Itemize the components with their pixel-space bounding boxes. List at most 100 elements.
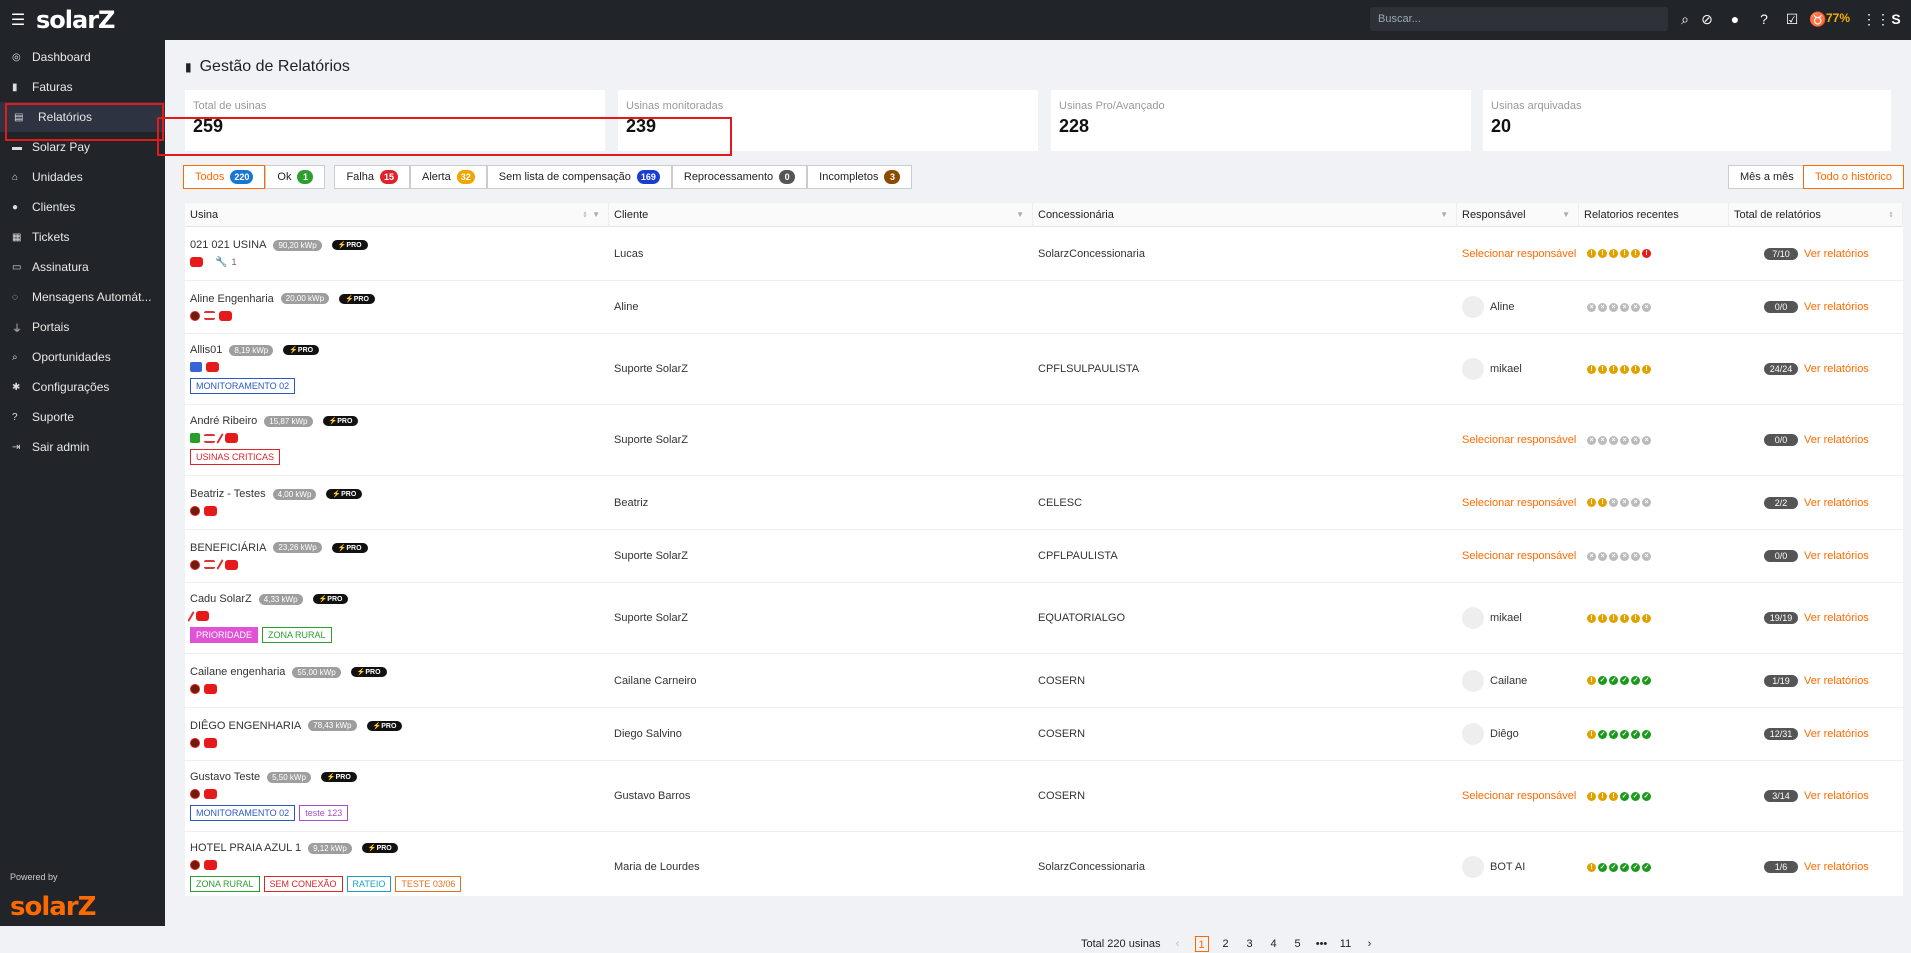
page-11[interactable]: 11 bbox=[1339, 936, 1353, 952]
empty-status-icon[interactable]: × bbox=[1620, 551, 1629, 561]
warning-status-icon[interactable]: ! bbox=[1609, 791, 1618, 801]
ok-status-icon[interactable]: ✓ bbox=[1631, 729, 1640, 739]
warning-status-icon[interactable]: ! bbox=[1620, 364, 1629, 374]
responsavel[interactable]: BOT AI bbox=[1462, 856, 1579, 878]
warning-status-icon[interactable]: ! bbox=[1598, 249, 1607, 258]
empty-status-icon[interactable]: × bbox=[1598, 302, 1607, 312]
apps-grid-icon[interactable]: ⋮⋮ bbox=[1862, 10, 1890, 28]
empty-status-icon[interactable]: × bbox=[1598, 435, 1607, 445]
warning-status-icon[interactable]: ! bbox=[1609, 613, 1618, 623]
filter-alerta[interactable]: Alerta 32 bbox=[410, 165, 487, 189]
warning-status-icon[interactable]: ! bbox=[1642, 613, 1651, 623]
usina-tag[interactable]: SEM CONEXÃO bbox=[263, 876, 343, 892]
warning-status-icon[interactable]: ! bbox=[1598, 364, 1607, 374]
youtube-video-icon[interactable] bbox=[204, 860, 217, 870]
no-connection-icon[interactable] bbox=[216, 432, 224, 444]
warning-status-icon[interactable]: ! bbox=[1598, 498, 1607, 507]
empty-status-icon[interactable]: × bbox=[1620, 435, 1629, 445]
responsavel[interactable]: Aline bbox=[1462, 296, 1579, 318]
view-reports-link[interactable]: Ver relatórios bbox=[1804, 612, 1869, 624]
column-header-6[interactable]: Total de relatórios ⇕ bbox=[1729, 203, 1903, 227]
all-history-button[interactable]: Todo o histórico bbox=[1803, 165, 1905, 189]
page-3[interactable]: 3 bbox=[1243, 936, 1257, 952]
warning-status-icon[interactable]: ! bbox=[1587, 364, 1596, 374]
warning-status-icon[interactable]: ! bbox=[1631, 613, 1640, 623]
youtube-video-icon[interactable] bbox=[204, 789, 217, 799]
select-responsavel-link[interactable]: Selecionar responsável bbox=[1462, 790, 1579, 802]
empty-status-icon[interactable]: × bbox=[1609, 498, 1618, 507]
responsavel[interactable]: Cailane bbox=[1462, 669, 1579, 692]
ok-status-icon[interactable]: ✓ bbox=[1609, 729, 1618, 739]
youtube-video-icon[interactable] bbox=[204, 737, 217, 748]
prev-page-icon[interactable]: ‹ bbox=[1171, 936, 1185, 952]
youtube-video-icon[interactable] bbox=[196, 611, 209, 621]
view-reports-link[interactable]: Ver relatórios bbox=[1804, 675, 1869, 687]
ok-status-icon[interactable]: ✓ bbox=[1620, 729, 1629, 739]
filter-reprocessamento[interactable]: Reprocessamento 0 bbox=[671, 165, 808, 189]
filter-icon[interactable]: ▼ bbox=[592, 210, 600, 219]
user-admin-icon[interactable]: ● bbox=[1725, 10, 1745, 28]
filter-ok[interactable]: Ok 1 bbox=[265, 165, 326, 189]
warning-status-icon[interactable]: ! bbox=[1587, 676, 1596, 685]
ok-status-icon[interactable]: ✓ bbox=[1598, 676, 1607, 685]
view-reports-link[interactable]: Ver relatórios bbox=[1804, 363, 1869, 375]
sort-icon[interactable]: ⇕ bbox=[582, 211, 588, 219]
youtube-video-icon[interactable] bbox=[206, 362, 219, 372]
ok-status-icon[interactable]: ✓ bbox=[1598, 862, 1607, 872]
warning-status-icon[interactable]: ! bbox=[1598, 613, 1607, 623]
sidebar-item-suporte[interactable]: ? Suporte bbox=[0, 402, 165, 432]
warning-status-icon[interactable]: ! bbox=[1620, 613, 1629, 623]
usina-name[interactable]: BENEFICIÁRIA bbox=[190, 542, 266, 554]
select-responsavel-link[interactable]: Selecionar responsável bbox=[1462, 434, 1579, 446]
empty-status-icon[interactable]: × bbox=[1642, 551, 1651, 561]
usina-name[interactable]: André Ribeiro bbox=[190, 415, 257, 427]
sidebar-item-configura-es[interactable]: ✱ Configurações bbox=[0, 372, 165, 402]
empty-status-icon[interactable]: × bbox=[1631, 498, 1640, 507]
empty-status-icon[interactable]: × bbox=[1642, 435, 1651, 445]
ok-status-icon[interactable]: ✓ bbox=[1609, 676, 1618, 685]
warning-status-icon[interactable]: ! bbox=[1587, 498, 1596, 507]
page-•••[interactable]: ••• bbox=[1315, 936, 1329, 952]
filter-falha[interactable]: Falha 15 bbox=[334, 165, 410, 189]
money-icon[interactable] bbox=[190, 433, 200, 443]
sidebar-item-unidades[interactable]: ⌂ Unidades bbox=[0, 162, 165, 192]
ok-status-icon[interactable]: ✓ bbox=[1620, 791, 1629, 801]
alert-circle-icon[interactable] bbox=[190, 737, 200, 748]
warning-status-icon[interactable]: ! bbox=[1609, 249, 1618, 258]
responsavel[interactable]: Diêgo bbox=[1462, 723, 1579, 745]
tasks-icon[interactable]: ☑ bbox=[1782, 10, 1802, 28]
warning-status-icon[interactable]: ! bbox=[1598, 791, 1607, 801]
empty-status-icon[interactable]: × bbox=[1609, 302, 1618, 312]
view-reports-link[interactable]: Ver relatórios bbox=[1804, 861, 1869, 873]
ok-status-icon[interactable]: ✓ bbox=[1620, 676, 1629, 685]
responsavel[interactable]: mikael bbox=[1462, 358, 1579, 380]
sidebar-item-sair-admin[interactable]: ⇥ Sair admin bbox=[0, 432, 165, 462]
list-remove-icon[interactable] bbox=[204, 433, 215, 443]
youtube-video-icon[interactable] bbox=[204, 684, 217, 694]
ok-status-icon[interactable]: ✓ bbox=[1642, 676, 1651, 685]
youtube-video-icon[interactable] bbox=[190, 257, 203, 267]
youtube-video-icon[interactable] bbox=[225, 433, 238, 443]
usina-tag[interactable]: TESTE 03/06 bbox=[395, 876, 462, 892]
ok-status-icon[interactable]: ✓ bbox=[1631, 791, 1640, 801]
warning-status-icon[interactable]: ! bbox=[1631, 364, 1640, 374]
next-page-icon[interactable]: › bbox=[1363, 936, 1377, 952]
list-remove-icon[interactable] bbox=[204, 560, 215, 569]
ok-status-icon[interactable]: ✓ bbox=[1631, 676, 1640, 685]
sort-icon[interactable]: ⇕ bbox=[1888, 211, 1894, 219]
alert-circle-icon[interactable] bbox=[190, 684, 200, 694]
filter-icon[interactable]: ▼ bbox=[1440, 210, 1448, 219]
usina-name[interactable]: DIÊGO ENGENHARIA bbox=[190, 720, 301, 732]
youtube-video-icon[interactable] bbox=[225, 559, 238, 570]
sidebar-item-tickets[interactable]: ▦ Tickets bbox=[0, 222, 165, 252]
no-connection-icon[interactable] bbox=[187, 610, 195, 622]
month-view-button[interactable]: Mês a mês bbox=[1728, 165, 1806, 189]
app-logo[interactable]: solarZ bbox=[36, 6, 115, 34]
warning-status-icon[interactable]: ! bbox=[1587, 729, 1596, 739]
ok-status-icon[interactable]: ✓ bbox=[1642, 862, 1651, 872]
page-1[interactable]: 1 bbox=[1194, 936, 1209, 952]
view-reports-link[interactable]: Ver relatórios bbox=[1804, 550, 1869, 562]
usina-name[interactable]: HOTEL PRAIA AZUL 1 bbox=[190, 842, 301, 854]
column-header-4[interactable]: Responsável ▼ bbox=[1457, 203, 1579, 227]
usina-name[interactable]: Aline Engenharia bbox=[190, 293, 274, 305]
